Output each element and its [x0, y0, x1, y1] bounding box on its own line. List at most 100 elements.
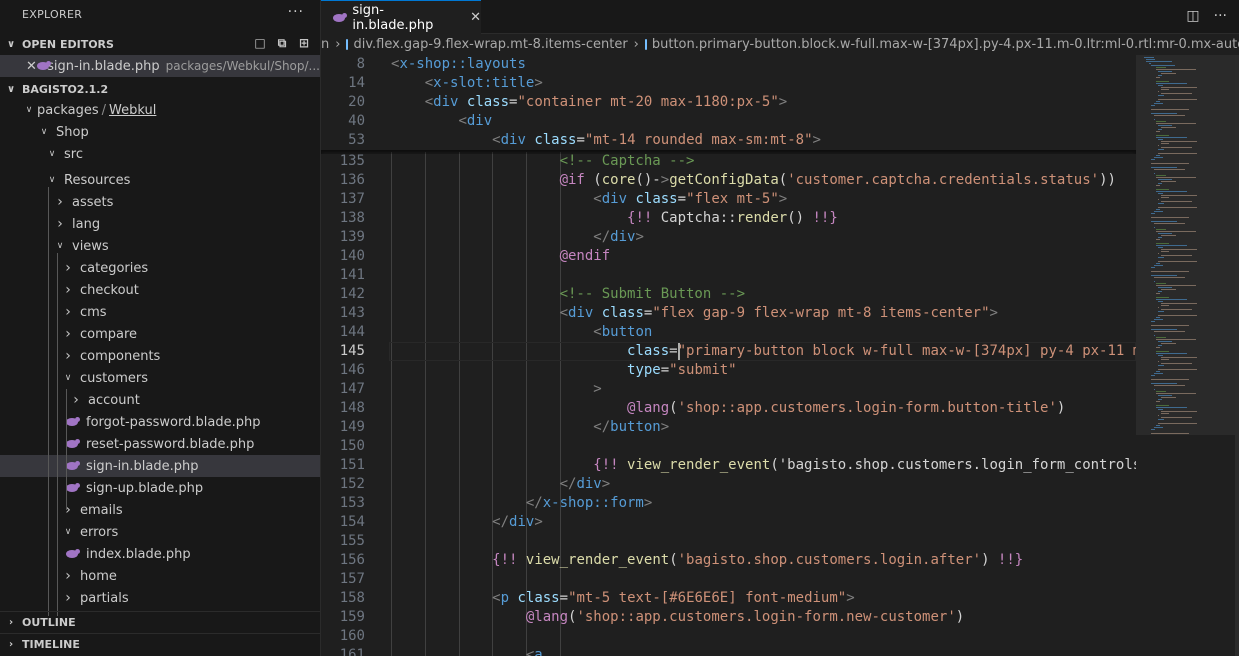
save-all-icon[interactable]: ⧉: [274, 35, 290, 51]
code-line[interactable]: 160: [321, 627, 1136, 646]
code-line[interactable]: 135 <!-- Captcha -->: [321, 152, 1136, 171]
minimap-line: [1158, 237, 1162, 238]
line-number: 139: [339, 229, 365, 245]
sticky-scroll-line[interactable]: 20 <div class="container mt-20 max-1180:…: [321, 93, 1136, 112]
code-line[interactable]: 140 @endif: [321, 247, 1136, 266]
tree-item[interactable]: ∨ Shop: [0, 121, 320, 143]
line-number: 137: [339, 191, 365, 207]
new-untitled-file-icon[interactable]: □: [252, 35, 268, 51]
code-text: <div class="flex mt-5">: [593, 191, 788, 207]
php-file-icon: [333, 12, 348, 23]
code-line[interactable]: 148 @lang('shop::app.customers.login-for…: [321, 399, 1136, 418]
split-editor-icon[interactable]: ◫: [1186, 8, 1199, 24]
chevron-right-icon: ›: [73, 392, 79, 408]
code-line[interactable]: 146 type="submit": [321, 361, 1136, 380]
breadcrumb-item[interactable]: div.flex.gap-9.flex-wrap.mt-8.items-cent…: [353, 37, 627, 52]
code-line[interactable]: 143 <div class="flex gap-9 flex-wrap mt-…: [321, 304, 1136, 323]
minimap-line: [1151, 65, 1175, 66]
tab-sign-in[interactable]: sign-in.blade.php ✕: [321, 0, 481, 34]
minimap-line: [1156, 123, 1196, 124]
open-editors-header[interactable]: ∨ OPEN EDITORS □ ⧉ ⊞: [0, 33, 320, 55]
code-line[interactable]: 156 {!! view_render_event('bagisto.shop.…: [321, 551, 1136, 570]
code-text: @lang('shop::app.customers.login-form.ne…: [525, 609, 965, 625]
indent-guide: [66, 389, 67, 510]
minimap-line: [1158, 409, 1163, 410]
path-separator: /: [101, 102, 107, 118]
more-actions-icon[interactable]: ···: [1214, 8, 1227, 24]
chevron-right-icon: ›: [8, 617, 14, 628]
minimap-line: [1153, 385, 1185, 386]
minimap-line: [1160, 411, 1198, 412]
minimap-slider[interactable]: [1136, 55, 1239, 435]
more-actions-icon[interactable]: ···: [288, 4, 304, 20]
code-line[interactable]: 151 {!! view_render_event('bagisto.shop.…: [321, 456, 1142, 475]
explorer-title: EXPLORER: [22, 8, 83, 21]
minimap-line: [1160, 303, 1198, 304]
tree-item-packages-webkul[interactable]: ∨ packages / Webkul: [0, 99, 320, 121]
code-text: {!! Captcha::render() !!}: [627, 210, 838, 226]
vertical-scrollbar[interactable]: [1235, 55, 1239, 656]
code-line[interactable]: 154 </div>: [321, 513, 1136, 532]
folder-label[interactable]: Webkul: [109, 103, 156, 118]
chevron-right-icon: ›: [65, 348, 71, 364]
minimap-line: [1158, 287, 1173, 288]
minimap-line: [1156, 229, 1166, 230]
line-number: 158: [339, 590, 365, 606]
code-text: <!-- Captcha -->: [391, 153, 695, 169]
code-editor[interactable]: 8 <x-shop::layouts 14 <x-slot:title> 20 <di…: [321, 55, 1142, 656]
code-line[interactable]: 137 <div class="flex mt-5">: [321, 190, 1136, 209]
sticky-scroll-line[interactable]: 40 <div: [321, 112, 1136, 131]
minimap-line: [1158, 149, 1164, 150]
code-line[interactable]: 145 class="primary-button block w-full m…: [321, 342, 1142, 361]
code-line[interactable]: 149 </button>: [321, 418, 1136, 437]
outline-header[interactable]: › OUTLINE: [0, 611, 320, 633]
code-line[interactable]: 152 </div>: [321, 475, 1136, 494]
close-all-icon[interactable]: ⊞: [296, 35, 312, 51]
breadcrumb-item[interactable]: button.primary-button.block.w-full.max-w…: [652, 37, 1239, 52]
code-line[interactable]: 158 <p class="mt-5 text-[#6E6E6E] font-m…: [321, 589, 1136, 608]
minimap-line: [1156, 137, 1188, 138]
code-line[interactable]: 147 >: [321, 380, 1136, 399]
chevron-right-icon: ›: [335, 37, 341, 52]
close-icon[interactable]: ✕: [470, 10, 481, 25]
sticky-scroll-line[interactable]: 14 <x-slot:title>: [321, 74, 1136, 93]
code-line[interactable]: 144 <button: [321, 323, 1136, 342]
tree-item[interactable]: ∨ src: [0, 143, 320, 165]
minimap-line: [1158, 355, 1163, 356]
code-line[interactable]: 161 <a: [321, 646, 1136, 656]
code-line[interactable]: 153 </x-shop::form>: [321, 494, 1136, 513]
code-line[interactable]: 136 @if (core()->getConfigData('customer…: [321, 171, 1136, 190]
sticky-scroll-line[interactable]: 53 <div class="mt-14 rounded max-sm:mt-8…: [321, 131, 1136, 150]
minimap-line: [1160, 255, 1192, 256]
line-number: 20: [348, 94, 365, 110]
sticky-scroll-line[interactable]: 8 <x-shop::layouts: [321, 55, 1136, 74]
minimap[interactable]: [1136, 55, 1239, 656]
close-icon[interactable]: ✕: [26, 59, 37, 74]
line-number: 40: [348, 113, 365, 129]
code-line[interactable]: 155: [321, 532, 1136, 551]
open-editor-item[interactable]: ✕ sign-in.blade.php packages/Webkul/Shop…: [0, 55, 320, 77]
minimap-line: [1156, 263, 1160, 264]
minimap-line: [1160, 73, 1176, 74]
chevron-right-icon: ›: [65, 304, 71, 320]
minimap-line: [1156, 231, 1196, 232]
minimap-line: [1158, 415, 1159, 416]
breadcrumb-item[interactable]: n: [321, 37, 329, 52]
code-line[interactable]: 142 <!-- Submit Button -->: [321, 285, 1136, 304]
code-line[interactable]: 157: [321, 570, 1136, 589]
chevron-right-icon: ›: [8, 639, 14, 650]
timeline-header[interactable]: › TIMELINE: [0, 633, 320, 655]
code-line[interactable]: 141: [321, 266, 1136, 285]
code-line[interactable]: 150: [321, 437, 1136, 456]
chevron-down-icon: ∨: [64, 527, 72, 537]
code-line[interactable]: 159 @lang('shop::app.customers.login-for…: [321, 608, 1136, 627]
code-line[interactable]: 139 </div>: [321, 228, 1136, 247]
folder-label: errors: [80, 524, 119, 540]
code-line[interactable]: 138 {!! Captcha::render() !!}: [321, 209, 1136, 228]
minimap-line: [1156, 425, 1160, 426]
project-header[interactable]: ∨ BAGISTO2.1.2: [0, 78, 320, 100]
line-number: 143: [339, 305, 365, 321]
minimap-line: [1156, 347, 1160, 348]
php-file-icon: [66, 549, 80, 559]
minimap-line: [1153, 427, 1163, 428]
